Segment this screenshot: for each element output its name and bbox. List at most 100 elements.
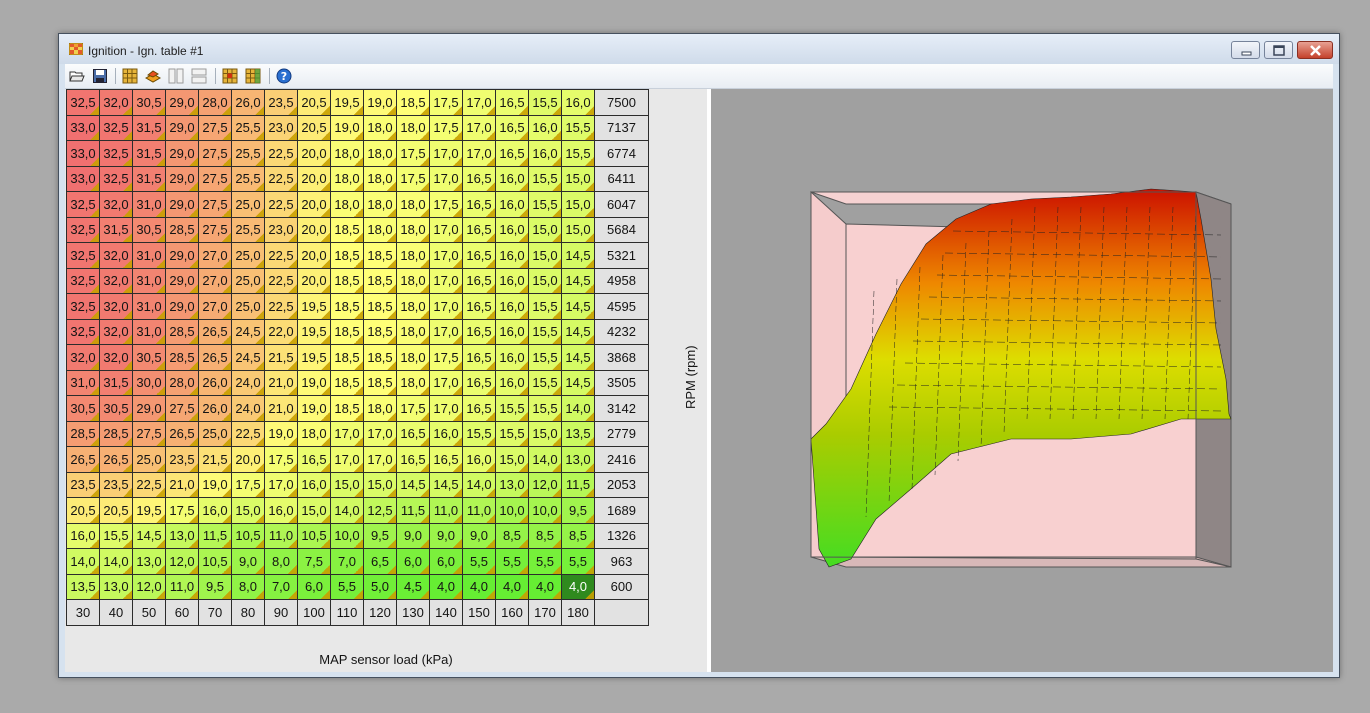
table-cell[interactable]: 26,5 xyxy=(198,318,232,345)
table-cell[interactable]: 32,0 xyxy=(99,242,133,269)
table-cell[interactable]: 32,0 xyxy=(99,191,133,218)
table-cell[interactable]: 17,0 xyxy=(429,242,463,269)
rpm-axis-value[interactable]: 7500 xyxy=(594,89,649,116)
table-cell[interactable]: 15,0 xyxy=(528,242,562,269)
table-cell[interactable]: 21,5 xyxy=(198,446,232,473)
table-cell[interactable]: 20,5 xyxy=(297,114,331,141)
table-cell[interactable]: 29,0 xyxy=(165,293,199,320)
table-cell[interactable]: 15,5 xyxy=(528,395,562,422)
table-cell[interactable]: 18,0 xyxy=(363,114,397,141)
map-axis-value[interactable]: 120 xyxy=(363,599,397,626)
table-cell[interactable]: 25,5 xyxy=(231,216,265,243)
table-cell[interactable]: 18,0 xyxy=(363,140,397,167)
table-cell[interactable]: 31,0 xyxy=(132,267,166,294)
table-cell[interactable]: 10,0 xyxy=(495,497,529,524)
table-cell[interactable]: 8,5 xyxy=(528,522,562,549)
table-cell[interactable]: 19,0 xyxy=(264,420,298,447)
table-cell[interactable]: 25,0 xyxy=(231,191,265,218)
table-cell[interactable]: 16,5 xyxy=(396,446,430,473)
table-cell[interactable]: 28,0 xyxy=(165,369,199,396)
table-cell[interactable]: 16,0 xyxy=(495,369,529,396)
table-cell[interactable]: 32,0 xyxy=(66,344,100,371)
table-cell[interactable]: 6,0 xyxy=(429,548,463,575)
table-cell[interactable]: 15,5 xyxy=(495,395,529,422)
rpm-axis-value[interactable]: 2053 xyxy=(594,471,649,498)
table-cell[interactable]: 18,5 xyxy=(330,318,364,345)
3d-graph-panel[interactable] xyxy=(711,89,1333,672)
table-cell[interactable]: 17,5 xyxy=(396,140,430,167)
rpm-axis-value[interactable]: 4595 xyxy=(594,293,649,320)
table-cell[interactable]: 16,0 xyxy=(495,191,529,218)
table-cell[interactable]: 21,0 xyxy=(264,369,298,396)
table-cell[interactable]: 18,0 xyxy=(396,216,430,243)
table-cell[interactable]: 5,5 xyxy=(462,548,496,575)
table-cell[interactable]: 28,5 xyxy=(99,420,133,447)
table-cell[interactable]: 11,5 xyxy=(198,522,232,549)
table-cell[interactable]: 24,5 xyxy=(231,318,265,345)
table-cell[interactable]: 14,5 xyxy=(561,267,595,294)
rpm-axis-value[interactable]: 4958 xyxy=(594,267,649,294)
table-cell[interactable]: 18,5 xyxy=(363,318,397,345)
table-cell[interactable]: 16,0 xyxy=(264,497,298,524)
table-cell[interactable]: 9,0 xyxy=(396,522,430,549)
map-axis-value[interactable]: 170 xyxy=(528,599,562,626)
table-cell[interactable]: 9,0 xyxy=(429,522,463,549)
open-icon[interactable] xyxy=(69,68,85,84)
table-cell[interactable]: 17,5 xyxy=(429,191,463,218)
map-axis-value[interactable]: 90 xyxy=(264,599,298,626)
table-cell[interactable]: 8,5 xyxy=(561,522,595,549)
map-axis-value[interactable]: 50 xyxy=(132,599,166,626)
table-cell[interactable]: 19,5 xyxy=(297,318,331,345)
table-cell[interactable]: 16,5 xyxy=(462,216,496,243)
selected-table-cell[interactable]: 4,0 xyxy=(561,573,595,600)
title-bar[interactable]: Ignition - Ign. table #1 xyxy=(59,34,1339,64)
table-cell[interactable]: 11,0 xyxy=(165,573,199,600)
table-cell[interactable]: 16,0 xyxy=(66,522,100,549)
table-cell[interactable]: 22,5 xyxy=(264,140,298,167)
table-cell[interactable]: 16,5 xyxy=(462,191,496,218)
table-cell[interactable]: 32,5 xyxy=(99,140,133,167)
map-axis-value[interactable]: 110 xyxy=(330,599,364,626)
table-cell[interactable]: 11,0 xyxy=(462,497,496,524)
table-cell[interactable]: 20,5 xyxy=(99,497,133,524)
table-cell[interactable]: 12,0 xyxy=(165,548,199,575)
close-button[interactable] xyxy=(1297,41,1333,59)
table-cell[interactable]: 20,0 xyxy=(297,165,331,192)
table-cell[interactable]: 32,5 xyxy=(66,191,100,218)
table-cell[interactable]: 16,0 xyxy=(495,318,529,345)
rpm-axis-value[interactable]: 4232 xyxy=(594,318,649,345)
table-cell[interactable]: 18,5 xyxy=(330,344,364,371)
table-cell[interactable]: 15,5 xyxy=(528,344,562,371)
table-cell[interactable]: 31,5 xyxy=(99,369,133,396)
table-cell[interactable]: 8,0 xyxy=(231,573,265,600)
table-cell[interactable]: 31,0 xyxy=(132,318,166,345)
table-cell[interactable]: 28,5 xyxy=(165,344,199,371)
table-cell[interactable]: 4,5 xyxy=(396,573,430,600)
table-cell[interactable]: 17,5 xyxy=(165,497,199,524)
table-cell[interactable]: 11,0 xyxy=(264,522,298,549)
table-cell[interactable]: 19,5 xyxy=(297,293,331,320)
table-cell[interactable]: 17,0 xyxy=(330,446,364,473)
table-cell[interactable]: 27,0 xyxy=(198,293,232,320)
table-cell[interactable]: 18,5 xyxy=(330,395,364,422)
table-cell[interactable]: 27,5 xyxy=(198,114,232,141)
table-cell[interactable]: 24,0 xyxy=(231,369,265,396)
table-cell[interactable]: 21,0 xyxy=(264,395,298,422)
map-axis-value[interactable]: 100 xyxy=(297,599,331,626)
table-cell[interactable]: 20,5 xyxy=(297,89,331,116)
table-cell[interactable]: 15,0 xyxy=(528,420,562,447)
map-axis-value[interactable]: 40 xyxy=(99,599,133,626)
table-cell[interactable]: 16,5 xyxy=(495,114,529,141)
table-cell[interactable]: 16,5 xyxy=(429,446,463,473)
table-cell[interactable]: 19,0 xyxy=(297,395,331,422)
table-cell[interactable]: 25,0 xyxy=(132,446,166,473)
table-cell[interactable]: 18,0 xyxy=(330,140,364,167)
table-cell[interactable]: 32,5 xyxy=(66,267,100,294)
table-cell[interactable]: 19,0 xyxy=(297,369,331,396)
table-cell[interactable]: 18,0 xyxy=(363,216,397,243)
table-cell[interactable]: 31,0 xyxy=(66,369,100,396)
rpm-axis-value[interactable]: 963 xyxy=(594,548,649,575)
table-cell[interactable]: 17,0 xyxy=(462,140,496,167)
table-cell[interactable]: 18,0 xyxy=(396,191,430,218)
table-cell[interactable]: 30,5 xyxy=(132,216,166,243)
